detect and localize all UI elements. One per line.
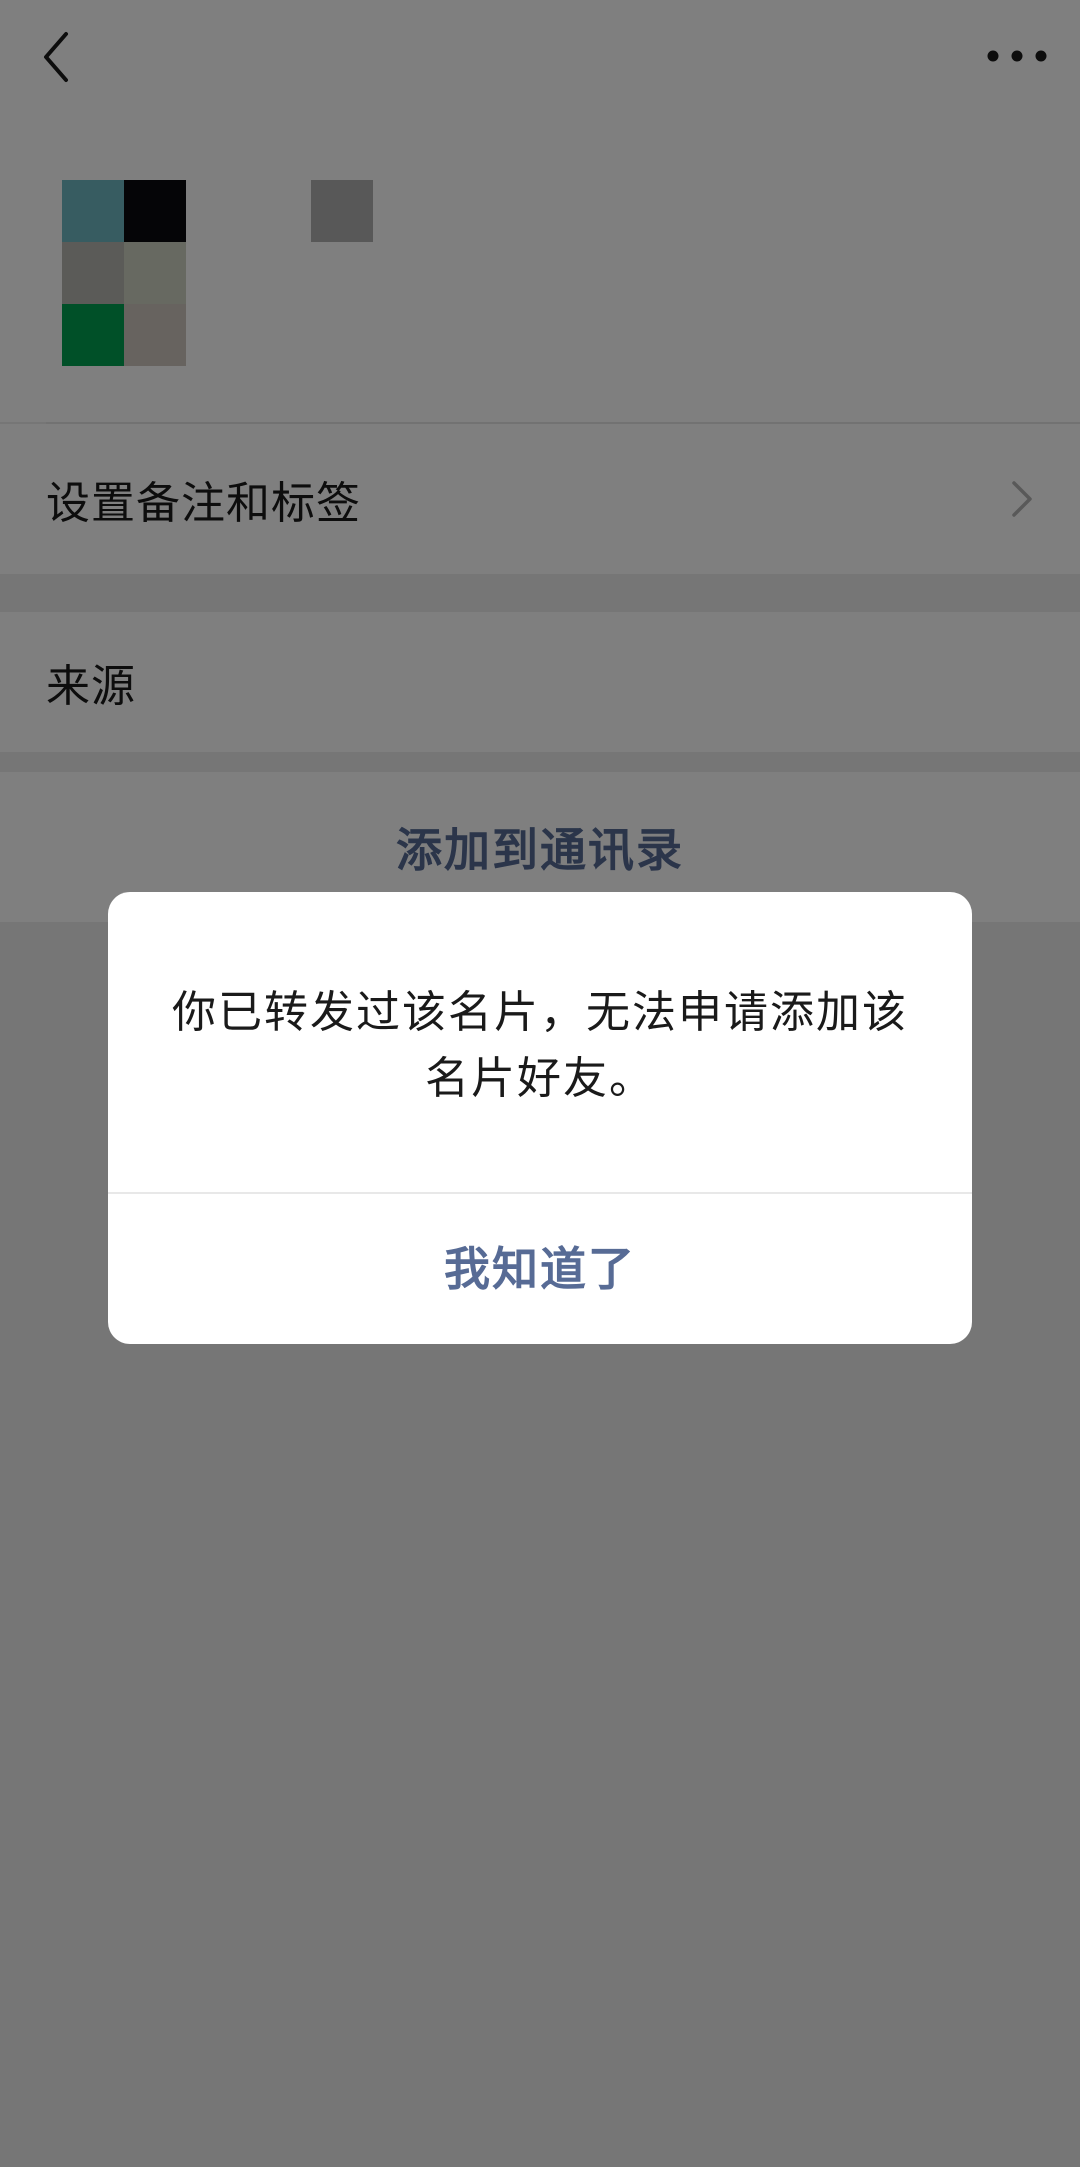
- screen: 设置备注和标签 来源 添加到通讯录 你已转发过该名片，无法申请添加该名片好友。 …: [0, 0, 1080, 2167]
- alert-dialog: 你已转发过该名片，无法申请添加该名片好友。 我知道了: [108, 892, 972, 1344]
- got-it-button[interactable]: 我知道了: [108, 1194, 972, 1344]
- dialog-message: 你已转发过该名片，无法申请添加该名片好友。: [172, 987, 908, 1104]
